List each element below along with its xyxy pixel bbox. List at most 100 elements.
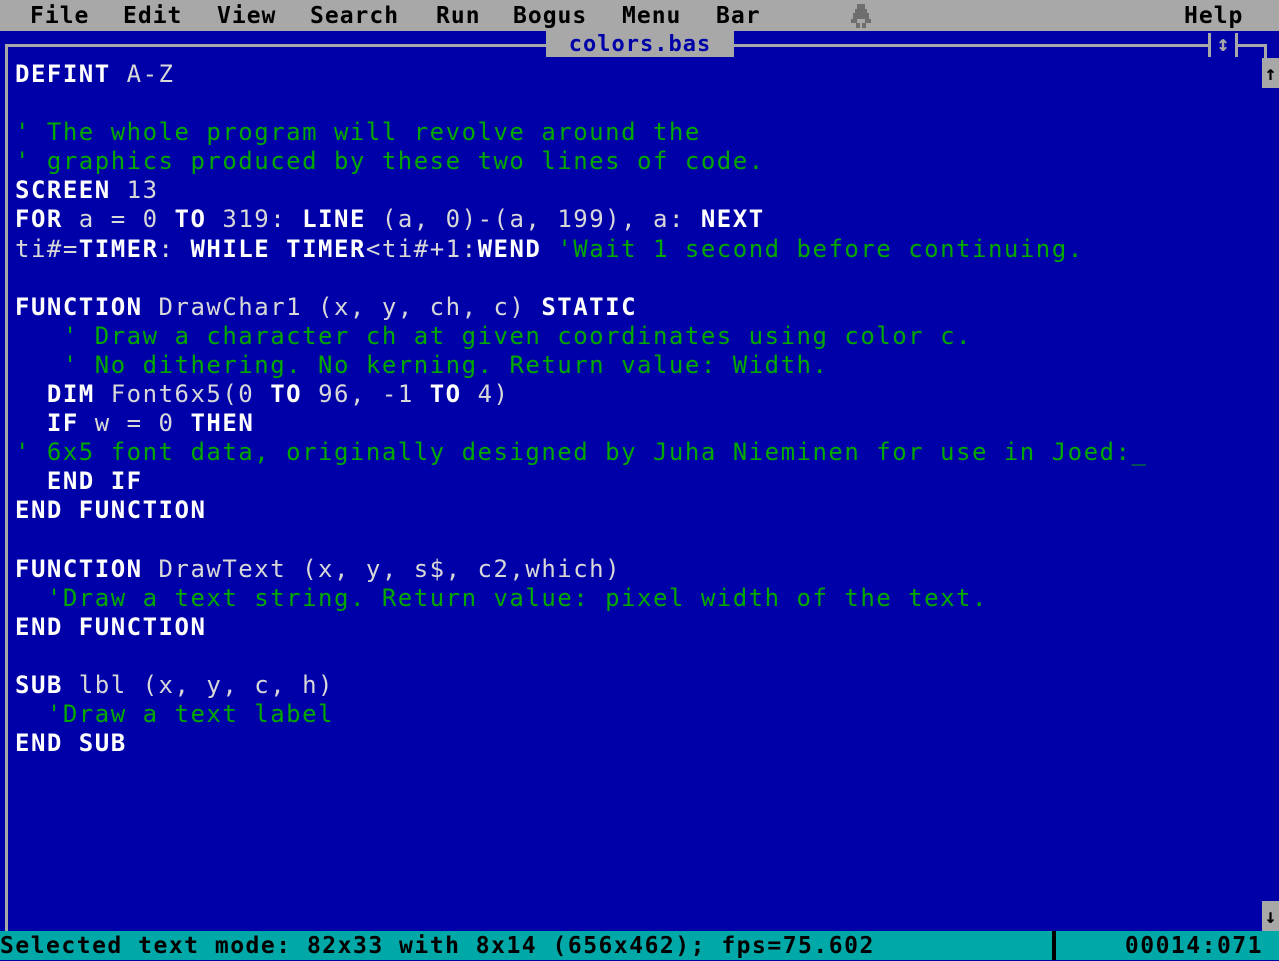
code-keyword: FUNCTION [15, 292, 143, 321]
code-keyword: FUNCTION [15, 554, 143, 583]
code-comment: ' No dithering. No kerning. Return value… [62, 350, 829, 379]
status-message: Selected text mode: 82x33 with 8x14 (656… [0, 933, 875, 959]
code-line[interactable]: END FUNCTION [15, 496, 1147, 525]
code-keyword: END SUB [15, 729, 127, 758]
code-line[interactable] [15, 89, 1147, 118]
code-line[interactable]: FOR a = 0 TO 319: LINE (a, 0)-(a, 199), … [15, 205, 1147, 234]
code-keyword: SUB [15, 670, 63, 699]
code-line[interactable]: SCREEN 13 [15, 176, 1147, 205]
code-text: : [158, 234, 191, 263]
menu-bogus[interactable]: Bogus [513, 2, 587, 30]
code-keyword: IF [46, 409, 79, 438]
scroll-up-arrow-icon[interactable]: ↑ [1262, 58, 1279, 88]
code-keyword: FOR [15, 205, 63, 234]
code-keyword: DEFINT [15, 60, 111, 88]
code-line[interactable] [15, 642, 1147, 671]
code-line[interactable]: SUB lbl (x, y, c, h) [15, 671, 1147, 700]
code-keyword: TIMER [286, 234, 366, 263]
menu-menu[interactable]: Menu [622, 2, 681, 30]
code-line[interactable]: ' The whole program will revolve around … [15, 118, 1147, 147]
code-text: a = 0 [62, 205, 175, 234]
menu-run[interactable]: Run [436, 2, 481, 30]
code-keyword: LINE [302, 205, 366, 234]
code-keyword: STATIC [541, 292, 638, 321]
code-line[interactable]: ' graphics produced by these two lines o… [15, 147, 1147, 176]
code-comment: 'Draw a text label [46, 700, 334, 729]
menu-edit[interactable]: Edit [123, 2, 182, 30]
code-text: DrawText (x, y, s$, c2,which) [142, 554, 622, 583]
code-line[interactable]: ' No dithering. No kerning. Return value… [15, 351, 1147, 380]
code-text: (a, 0)-(a, 199), a: [365, 205, 701, 234]
code-text: 319: [206, 205, 303, 234]
code-keyword: WHILE [190, 234, 271, 263]
code-keyword: END IF [46, 467, 143, 496]
scroll-down-arrow-icon[interactable]: ↓ [1262, 901, 1279, 931]
code-text: w = 0 [78, 409, 191, 438]
code-text: 96, -1 [302, 380, 430, 409]
menu-help[interactable]: Help [1184, 2, 1243, 30]
menu-view[interactable]: View [217, 2, 276, 30]
code-text: A-Z [110, 60, 175, 88]
text-cursor: _ [1131, 438, 1148, 467]
code-text: 4) [461, 380, 510, 409]
menu-bar-item[interactable]: Bar [716, 2, 761, 30]
code-line[interactable]: END FUNCTION [15, 613, 1147, 642]
code-line[interactable]: DEFINT A-Z [15, 60, 1147, 89]
menu-bar: File Edit View Search Run Bogus Menu Bar… [0, 0, 1279, 31]
code-keyword: DIM [46, 380, 95, 409]
code-text: DrawChar1 (x, y, ch, c) [142, 292, 542, 321]
code-keyword: WEND [477, 234, 542, 263]
menu-search[interactable]: Search [310, 2, 399, 30]
bug-sprite-icon [848, 3, 874, 29]
code-line[interactable]: ti#=TIMER: WHILE TIMER<ti#+1:WEND 'Wait … [15, 235, 1147, 264]
code-text: lbl (x, y, c, h) [62, 670, 334, 699]
status-divider [1052, 931, 1056, 960]
code-line[interactable]: IF w = 0 THEN [15, 409, 1147, 438]
code-line[interactable]: FUNCTION DrawChar1 (x, y, ch, c) STATIC [15, 293, 1147, 322]
code-comment: ' The whole program will revolve around … [15, 118, 701, 147]
code-keyword: TIMER [78, 234, 159, 263]
code-line[interactable] [15, 264, 1147, 293]
code-line[interactable]: END IF [15, 467, 1147, 496]
code-line[interactable]: 'Draw a text label [15, 700, 1147, 729]
code-keyword: NEXT [700, 205, 765, 234]
code-line[interactable]: ' 6x5 font data, originally designed by … [15, 438, 1147, 467]
code-comment: ' Draw a character ch at given coordinat… [62, 321, 972, 350]
code-keyword: END FUNCTION [15, 496, 207, 525]
code-line[interactable]: END SUB [15, 729, 1147, 758]
code-text: ti#= [15, 234, 79, 263]
code-keyword: TO [270, 380, 303, 409]
cursor-position: 00014:071 [1124, 933, 1263, 959]
code-text: Font6x5(0 [94, 380, 271, 409]
code-text: 13 [110, 176, 159, 205]
code-keyword: THEN [190, 409, 255, 438]
vertical-scrollbar[interactable] [1262, 58, 1279, 930]
code-comment: ' graphics produced by these two lines o… [15, 147, 765, 176]
code-text: <ti#+1: [365, 234, 478, 263]
menu-file[interactable]: File [30, 2, 89, 30]
code-editor[interactable]: DEFINT A-Z ' The whole program will revol… [15, 60, 1147, 758]
status-bar: Selected text mode: 82x33 with 8x14 (656… [0, 931, 1279, 960]
maximize-button[interactable]: ↕ [1208, 33, 1238, 57]
code-comment: 'Wait 1 second before continuing. [557, 234, 1084, 263]
code-line[interactable]: ' Draw a character ch at given coordinat… [15, 322, 1147, 351]
code-comment: ' 6x5 font data, originally designed by … [15, 438, 1132, 467]
code-line[interactable] [15, 526, 1147, 555]
code-keyword: TO [429, 380, 462, 409]
code-keyword: END FUNCTION [15, 612, 207, 641]
code-line[interactable]: FUNCTION DrawText (x, y, s$, c2,which) [15, 555, 1147, 584]
code-line[interactable]: 'Draw a text string. Return value: pixel… [15, 584, 1147, 613]
window-title: colors.bas [546, 31, 734, 57]
code-comment: 'Draw a text string. Return value: pixel… [46, 583, 988, 612]
code-line[interactable]: DIM Font6x5(0 TO 96, -1 TO 4) [15, 380, 1147, 409]
code-keyword: TO [174, 205, 207, 234]
